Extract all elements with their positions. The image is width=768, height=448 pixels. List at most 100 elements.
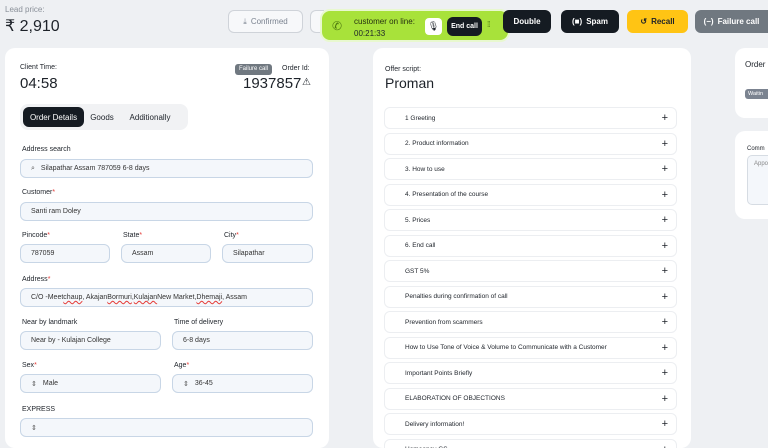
address-search-value: Silapathar Assam 787059 6-8 days [40, 165, 150, 172]
script-accordion-item[interactable]: Important Points Briefly + [384, 362, 677, 384]
script-title: Proman [385, 75, 435, 91]
sex-select[interactable]: ⇕ Male [20, 374, 161, 393]
expand-plus-icon: + [661, 137, 668, 150]
order-details-card: Client Time: 04:58 Failure call Order Id… [5, 48, 329, 448]
order-id-value: 1937857 [243, 75, 302, 92]
script-accordion-item[interactable]: Homeopay GS+ [384, 438, 677, 448]
lead-price-value: ₹ 2,910 [5, 18, 60, 35]
script-item-label: ELABORATION OF OBJECTIONS [405, 395, 505, 402]
tab-additionally[interactable]: Additionally [120, 107, 180, 127]
select-arrows-icon: ⇕ [31, 380, 37, 388]
delivery-time-value: 6-8 days [183, 337, 210, 344]
landmark-field[interactable]: Near by - Kulajan College [20, 331, 161, 350]
address-part: , Akajan [82, 294, 108, 301]
pincode-field[interactable]: 787059 [20, 244, 110, 263]
sex-value: Male [42, 380, 59, 387]
state-field[interactable]: Assam [121, 244, 211, 263]
double-button[interactable]: Double [503, 10, 551, 33]
expand-plus-icon: + [661, 367, 668, 379]
script-item-label: Prevention from scammers [405, 318, 483, 326]
expand-plus-icon: + [661, 214, 668, 226]
end-call-button[interactable]: End call [447, 17, 482, 36]
address-part: , Assam [222, 294, 248, 301]
failure-label: Failure call [717, 17, 760, 26]
status-badge: Failure call [235, 64, 273, 75]
script-accordion-item[interactable]: 2. Product information + [384, 132, 677, 155]
script-item-label: 6. End call [405, 242, 436, 249]
address-part: Kulajan [133, 294, 158, 301]
address-part: New Market, [157, 294, 197, 301]
script-item-label: Important Points Briefly [405, 369, 473, 377]
address-field[interactable]: C/O -Meet chaup , Akajan Bormuri , Kulaj… [20, 288, 313, 307]
confirmed-button[interactable]: ⤓ Confirmed [228, 10, 303, 33]
script-accordion-item[interactable]: Delivery information! + [384, 413, 677, 435]
script-accordion-item[interactable]: Prevention from scammers + [384, 311, 677, 333]
age-label: Age* [174, 362, 190, 369]
express-select[interactable]: ⇕ [20, 418, 313, 437]
expand-plus-icon: + [661, 341, 668, 354]
script-item-label: Delivery information! [405, 420, 465, 428]
double-label: Double [513, 17, 541, 26]
city-value: Silapathar [233, 250, 265, 257]
script-accordion-item[interactable]: 5. Prices + [384, 209, 677, 231]
pincode-label: Pincode* [22, 232, 51, 239]
script-accordion-item[interactable]: 1 Greeting + [384, 107, 677, 129]
script-accordion-item[interactable]: How to Use Tone of Voice & Volume to Com… [384, 336, 677, 359]
script-accordion-item[interactable]: GST 5% + [384, 260, 677, 282]
recall-button[interactable]: ↺ Recall [627, 10, 688, 33]
address-part: chaup [63, 294, 83, 301]
recall-icon: ↺ [640, 17, 648, 26]
city-label: City* [224, 232, 239, 239]
address-search-label: Address search [22, 146, 71, 153]
expand-plus-icon: + [661, 265, 668, 277]
script-accordion-item[interactable]: 4. Presentation of the course + [384, 183, 677, 206]
waiting-badge: Waitin [745, 89, 768, 99]
call-status: customer on line: [354, 17, 415, 26]
warning-icon[interactable]: ⚠ [302, 77, 311, 88]
script-item-label: How to Use Tone of Voice & Volume to Com… [405, 344, 607, 351]
expand-plus-icon: + [662, 444, 668, 448]
tab-goods[interactable]: Goods [86, 107, 118, 127]
address-part: Dhemaji [196, 294, 223, 301]
select-arrows-icon: ⇕ [183, 380, 189, 388]
top-bar: Lead price: ₹ 2,910 ⤓ Confirmed ✆ custom… [0, 0, 768, 42]
customer-value: Santi ram Doley [31, 208, 81, 215]
script-item-label: 3. How to use [405, 165, 445, 173]
failure-call-button[interactable]: (−) Failure call [695, 10, 768, 33]
address-part: Bormuri [107, 294, 132, 301]
script-item-label: 4. Presentation of the course [405, 191, 489, 198]
sex-label: Sex* [22, 362, 37, 369]
customer-field[interactable]: Santi ram Doley [20, 202, 313, 221]
address-part: C/O -Meet [31, 294, 64, 301]
delivery-time-field[interactable]: 6-8 days [172, 331, 313, 350]
script-item-label: 2. Product information [405, 140, 469, 147]
script-label: Offer script: [385, 66, 422, 73]
expand-plus-icon: + [661, 290, 668, 303]
address-search-input[interactable]: ⌕ Silapathar Assam 787059 6-8 days [20, 159, 313, 178]
script-accordion-item[interactable]: Penalties during confirmation of call + [384, 285, 677, 308]
spam-button[interactable]: (■) Spam [561, 10, 619, 33]
script-item-label: GST 5% [405, 267, 430, 275]
age-select[interactable]: ⇕ 36-45 [172, 374, 313, 393]
call-timer: 00:21:33 [354, 29, 386, 38]
comment-textarea[interactable]: Appo [747, 155, 768, 205]
script-accordion-item[interactable]: ELABORATION OF OBJECTIONS + [384, 387, 677, 410]
confirmed-label: Confirmed [250, 17, 288, 26]
script-accordion-item[interactable]: 6. End call + [384, 234, 677, 257]
order-status-title: Order [745, 60, 766, 69]
microphone-icon[interactable]: 🎙 [425, 18, 442, 35]
tab-order-details[interactable]: Order Details [23, 107, 84, 127]
phone-icon: ✆ [332, 19, 343, 33]
express-label: EXPRESS [22, 406, 56, 413]
recall-label: Recall [651, 17, 675, 26]
script-accordion-item[interactable]: 3. How to use + [384, 158, 677, 180]
search-icon: ⌕ [31, 164, 35, 172]
order-status-card: Order Waitin [735, 48, 768, 118]
city-field[interactable]: Silapathar [222, 244, 313, 263]
comment-label: Comm [747, 146, 765, 152]
drag-handle-icon[interactable]: ⁞⁞ [487, 20, 491, 29]
confirm-icon: ⤓ [243, 16, 247, 26]
customer-label: Customer* [22, 189, 56, 196]
spam-label: Spam [586, 17, 608, 26]
delivery-time-label: Time of delivery [174, 319, 224, 326]
